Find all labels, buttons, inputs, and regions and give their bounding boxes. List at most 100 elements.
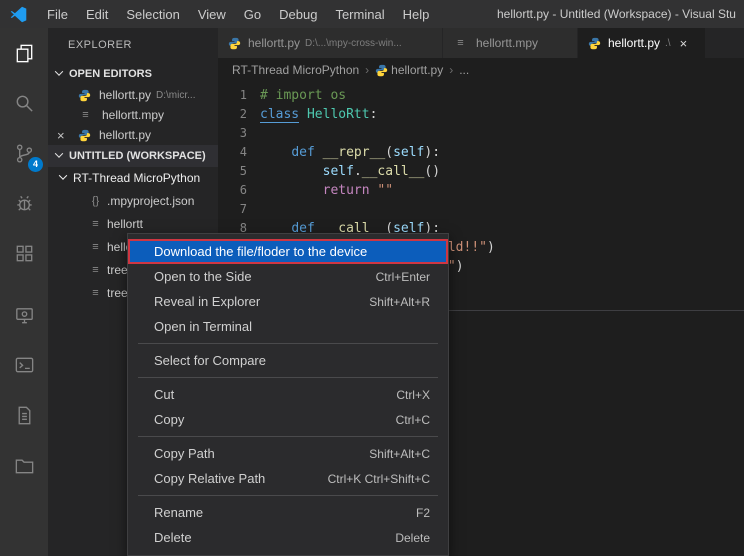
context-menu-item[interactable]: Copy PathShift+Alt+C <box>128 441 448 466</box>
menu-item-label: Copy <box>154 412 380 427</box>
code-line[interactable]: 5 self.__call__() <box>218 162 744 181</box>
context-menu-item[interactable]: Open to the SideCtrl+Enter <box>128 264 448 289</box>
explorer-icon[interactable] <box>0 28 48 78</box>
menu-separator <box>138 495 438 496</box>
debug-icon[interactable] <box>0 178 48 228</box>
menu-item-shortcut: Ctrl+C <box>396 413 430 427</box>
context-menu: Download the file/floder to the device Op… <box>127 233 449 556</box>
context-menu-item[interactable]: Delete Delete <box>128 525 448 550</box>
menu-item-label: Delete <box>154 530 379 545</box>
menubar-item-file[interactable]: File <box>38 7 77 22</box>
line-number: 2 <box>218 105 260 124</box>
code-line[interactable]: 2class HelloRtt: <box>218 105 744 124</box>
menubar-item-terminal[interactable]: Terminal <box>326 7 393 22</box>
context-menu-item[interactable]: Reveal in Explorer Shift+Alt+R <box>128 289 448 314</box>
menu-separator <box>138 436 438 437</box>
tab-detail: D:\...\mpy-cross-win... <box>305 38 402 49</box>
mpy-file-icon: ≡ <box>88 241 103 253</box>
menu-item-label: Reveal in Explorer <box>154 294 353 309</box>
search-icon[interactable] <box>0 78 48 128</box>
context-menu-item[interactable]: Select for Compare <box>128 348 448 373</box>
breadcrumb-item-file[interactable]: hellortt.py <box>391 63 443 77</box>
breadcrumb-item-folder[interactable]: RT-Thread MicroPython <box>232 63 359 77</box>
breadcrumb-item-symbol[interactable]: ... <box>459 63 469 77</box>
menubar-item-debug[interactable]: Debug <box>270 7 326 22</box>
menu-item-label: Copy Path <box>154 446 353 461</box>
vscode-logo-icon <box>10 6 27 23</box>
close-icon[interactable]: × <box>57 128 65 143</box>
tab-hellortt-py-active[interactable]: hellortt.py .\ × <box>578 28 706 58</box>
menu-item-shortcut: Delete <box>395 531 430 545</box>
output-file-icon[interactable] <box>0 390 48 440</box>
context-menu-item[interactable]: Download the file/floder to the device <box>128 239 448 264</box>
menu-item-label: Download the file/floder to the device <box>154 244 414 259</box>
tab-hellortt-mpy[interactable]: ≡ hellortt.mpy <box>443 28 578 58</box>
code-text: class HelloRtt: <box>260 105 377 124</box>
folder-icon[interactable] <box>0 440 48 490</box>
extensions-icon[interactable] <box>0 228 48 278</box>
menubar-item-view[interactable]: View <box>189 7 235 22</box>
open-editor-hellortt-mpy[interactable]: ≡ hellortt.mpy <box>48 105 218 125</box>
line-number: 5 <box>218 162 260 181</box>
menu-item-label: Select for Compare <box>154 353 414 368</box>
chevron-down-icon <box>55 67 63 75</box>
line-number: 1 <box>218 86 260 105</box>
mpy-file-icon: ≡ <box>78 109 93 121</box>
file-label: hellortt <box>107 217 143 231</box>
line-number: 3 <box>218 124 260 143</box>
title-bar: FileEditSelectionViewGoDebugTerminalHelp… <box>0 0 744 28</box>
workspace-header[interactable]: UNTITLED (WORKSPACE) <box>48 145 218 167</box>
vscode-window: FileEditSelectionViewGoDebugTerminalHelp… <box>0 0 744 556</box>
code-line[interactable]: 7 <box>218 200 744 219</box>
tab-detail: .\ <box>665 38 671 49</box>
context-menu-item[interactable]: RenameF2 <box>128 500 448 525</box>
open-editor-label: hellortt.py <box>99 88 151 102</box>
tab-bar: hellortt.py D:\...\mpy-cross-win... ≡ he… <box>218 28 744 58</box>
python-file-icon <box>78 129 92 142</box>
file-hellortt[interactable]: ≡ hellortt <box>48 212 218 235</box>
line-number: 4 <box>218 143 260 162</box>
python-file-icon <box>228 37 242 50</box>
activity-bar: 4 <box>0 28 48 556</box>
code-text: # import os <box>260 86 346 105</box>
close-icon[interactable]: × <box>680 36 688 51</box>
menubar-item-selection[interactable]: Selection <box>117 7 188 22</box>
folder-rt-thread-micropython[interactable]: RT-Thread MicroPython <box>48 167 218 189</box>
open-editor-hellortt-py-active[interactable]: × hellortt.py <box>48 125 218 145</box>
open-editor-detail: D:\micr... <box>156 90 195 101</box>
open-editors-header[interactable]: OPEN EDITORS <box>48 63 218 85</box>
context-menu-item[interactable]: Copy Ctrl+C <box>128 407 448 432</box>
code-line[interactable]: 4 def __repr__(self): <box>218 143 744 162</box>
source-control-icon[interactable]: 4 <box>0 128 48 178</box>
json-icon: {} <box>88 195 103 207</box>
code-line[interactable]: 1# import os <box>218 86 744 105</box>
open-editors-label: OPEN EDITORS <box>69 68 152 80</box>
file-label: .mpyproject.json <box>107 194 194 208</box>
context-menu-item[interactable]: CutCtrl+X <box>128 382 448 407</box>
menu-item-label: Copy Relative Path <box>154 471 312 486</box>
context-menu-item[interactable]: Copy Relative PathCtrl+K Ctrl+Shift+C <box>128 466 448 491</box>
menu-item-shortcut: Ctrl+X <box>396 388 430 402</box>
open-editor-hellortt-py[interactable]: hellortt.py D:\micr... <box>48 85 218 105</box>
tab-label: hellortt.py <box>608 36 660 50</box>
python-file-icon <box>375 64 389 77</box>
menu-item-label: Open in Terminal <box>154 319 414 334</box>
chevron-down-icon <box>59 171 67 179</box>
code-line[interactable]: 6 return "" <box>218 181 744 200</box>
python-file-icon <box>588 37 602 50</box>
menu-item-shortcut: Shift+Alt+R <box>369 295 430 309</box>
code-line[interactable]: 3 <box>218 124 744 143</box>
menubar-item-help[interactable]: Help <box>394 7 439 22</box>
context-menu-item[interactable]: Open in Terminal <box>128 314 448 339</box>
python-file-icon <box>78 89 92 102</box>
code-text: def __repr__(self): <box>260 143 440 162</box>
line-number: 7 <box>218 200 260 219</box>
scm-badge: 4 <box>28 157 43 172</box>
menubar-item-go[interactable]: Go <box>235 7 270 22</box>
terminal-icon[interactable] <box>0 340 48 390</box>
tab-hellortt-py-mpy-cross[interactable]: hellortt.py D:\...\mpy-cross-win... <box>218 28 443 58</box>
menubar-item-edit[interactable]: Edit <box>77 7 117 22</box>
device-monitor-icon[interactable] <box>0 290 48 340</box>
file-mpyproject-json[interactable]: {} .mpyproject.json <box>48 189 218 212</box>
chevron-down-icon <box>55 149 63 157</box>
